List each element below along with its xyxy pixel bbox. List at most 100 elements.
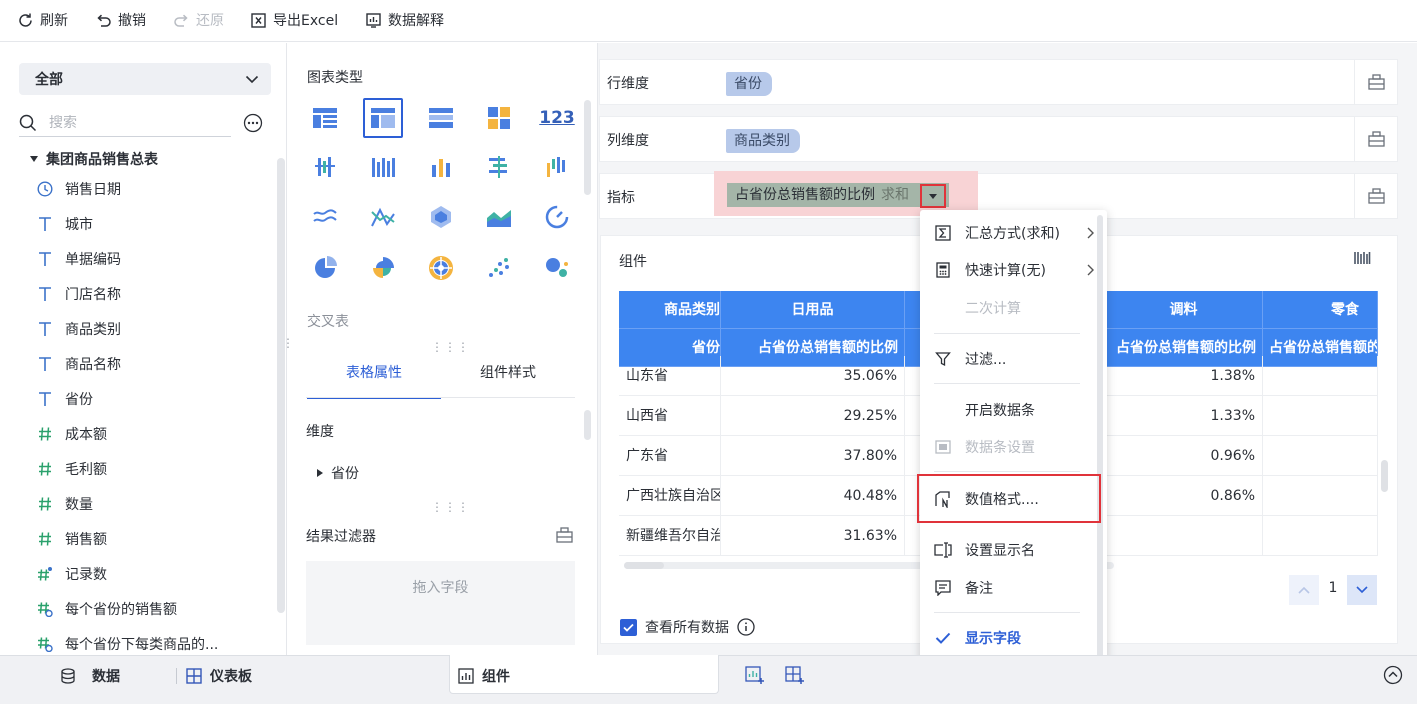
field-item[interactable]: 成本额 (36, 422, 107, 446)
value-cell[interactable] (1263, 516, 1378, 556)
table-vertical-scrollbar[interactable] (1381, 460, 1388, 492)
menu-filter[interactable]: 过滤... (920, 345, 1107, 373)
province-cell[interactable]: 新疆维吾尔自治区 (619, 516, 721, 556)
chart-type-polyline[interactable] (363, 197, 403, 237)
panel-splitter[interactable]: ⋮ (282, 337, 295, 349)
mid-scrollbar[interactable] (584, 100, 591, 195)
chart-type-gauge[interactable] (537, 197, 577, 237)
chart-type-cross-table[interactable] (363, 98, 403, 138)
value-cell[interactable]: 0.86% (1105, 476, 1263, 516)
value-cell[interactable] (1105, 516, 1263, 556)
province-cell[interactable]: 广东省 (619, 436, 721, 476)
tab-component-style[interactable]: 组件样式 (441, 363, 575, 399)
chart-type-line[interactable] (305, 197, 345, 237)
chart-type-bar-2[interactable] (363, 147, 403, 187)
chart-type-bubble[interactable] (537, 248, 577, 288)
scope-select[interactable]: 全部 (19, 63, 271, 95)
search-input[interactable] (49, 114, 209, 131)
data-explain-button[interactable]: 数据解释 (365, 9, 444, 31)
chart-type-area[interactable] (479, 197, 519, 237)
field-item[interactable]: 门店名称 (36, 282, 121, 306)
view-all-data[interactable]: 查看所有数据 (620, 617, 755, 637)
add-dashboard-icon[interactable] (785, 665, 805, 685)
table-view-icon[interactable] (1353, 249, 1371, 267)
menu-secondary-calc[interactable]: 二次计算 (920, 294, 1107, 322)
menu-databar-settings[interactable]: 数据条设置 (920, 433, 1107, 461)
row-dim-settings-icon[interactable] (1354, 60, 1397, 104)
chart-type-horizontal-bar[interactable] (479, 147, 519, 187)
field-item[interactable]: 单据编码 (36, 247, 121, 271)
dimension-node[interactable]: 省份 (317, 463, 359, 483)
menu-note[interactable]: 备注 (920, 574, 1107, 602)
chart-type-detail-table[interactable] (305, 98, 345, 138)
menu-show-field[interactable]: 显示字段 (920, 624, 1107, 652)
value-cell[interactable]: 29.25% (721, 396, 905, 436)
redo-button[interactable]: 还原 (173, 9, 224, 31)
view-all-checkbox[interactable] (620, 618, 637, 636)
collapse-up-icon[interactable] (1383, 665, 1403, 685)
more-options-icon[interactable] (243, 113, 263, 133)
header-cell[interactable]: 日用品 (721, 291, 905, 329)
value-cell[interactable]: 37.80% (721, 436, 905, 476)
table-horizontal-thumb[interactable] (624, 562, 664, 569)
chart-type-radar[interactable] (421, 197, 461, 237)
bottom-tab-dashboard[interactable]: 仪表板 (186, 665, 252, 687)
field-item[interactable]: 数量 (36, 492, 93, 516)
add-component-icon[interactable] (745, 665, 765, 685)
filter-drop-zone[interactable]: 拖入字段 (306, 561, 575, 645)
menu-quick-calc[interactable]: 快速计算(无) (920, 256, 1107, 284)
menu-enable-databar[interactable]: 开启数据条 (920, 396, 1107, 424)
chart-type-sunburst[interactable] (421, 248, 461, 288)
field-item[interactable]: 记录数 (36, 562, 107, 586)
menu-summary[interactable]: 汇总方式(求和) (920, 219, 1107, 247)
field-item[interactable]: 毛利额 (36, 457, 107, 481)
chart-type-kpi[interactable]: 123 (537, 98, 577, 138)
value-cell[interactable] (1263, 436, 1378, 476)
export-excel-button[interactable]: 导出Excel (250, 9, 338, 31)
mid-scrollbar-2[interactable] (584, 410, 591, 440)
chart-type-pie[interactable] (305, 248, 345, 288)
header-cell[interactable]: 商品类别 (619, 291, 721, 329)
field-item[interactable]: 每个省份下每类商品的... (36, 632, 218, 656)
field-item[interactable]: 城市 (36, 212, 93, 236)
value-cell[interactable]: 1.33% (1105, 396, 1263, 436)
value-cell[interactable] (1263, 476, 1378, 516)
bottom-tab-component[interactable]: 组件 (458, 665, 510, 687)
chart-type-rose[interactable] (363, 248, 403, 288)
col-dim-settings-icon[interactable] (1354, 117, 1397, 161)
value-cell[interactable]: 0.96% (1105, 436, 1263, 476)
value-cell[interactable]: 1.38% (1105, 356, 1263, 396)
field-item[interactable]: 销售日期 (36, 177, 121, 201)
chart-type-column[interactable] (421, 147, 461, 187)
bottom-tab-data[interactable]: 数据 (60, 665, 120, 687)
filter-settings-icon[interactable] (556, 527, 573, 543)
chart-type-grouped-table[interactable] (421, 98, 461, 138)
field-item[interactable]: 省份 (36, 387, 93, 411)
province-cell[interactable]: 广西壮族自治区 (619, 476, 721, 516)
header-cell[interactable]: 零食 (1263, 291, 1378, 329)
resize-grip[interactable]: ⋮⋮⋮ (431, 341, 470, 353)
page-next-button[interactable] (1347, 575, 1377, 605)
measure-pill[interactable]: 占省份总销售额的比例 求和 (727, 183, 949, 207)
value-cell[interactable]: 40.48% (721, 476, 905, 516)
col-dimension-pill[interactable]: 商品类别 (726, 129, 800, 153)
chart-type-card[interactable] (479, 98, 519, 138)
tab-table-props[interactable]: 表格属性 (307, 363, 441, 399)
value-cell[interactable] (1263, 396, 1378, 436)
left-scrollbar[interactable] (277, 158, 285, 613)
value-cell[interactable]: 35.06% (721, 356, 905, 396)
field-item[interactable]: 商品类别 (36, 317, 121, 341)
value-cell[interactable] (1263, 356, 1378, 396)
province-cell[interactable]: 山西省 (619, 396, 721, 436)
refresh-button[interactable]: 刷新 (17, 9, 68, 31)
value-cell[interactable]: 31.63% (721, 516, 905, 556)
chart-type-waterfall[interactable] (537, 147, 577, 187)
table-node[interactable]: 集团商品销售总表 (30, 149, 158, 169)
menu-scrollbar[interactable] (1097, 215, 1103, 660)
field-item[interactable]: 商品名称 (36, 352, 121, 376)
province-cell[interactable]: 山东省 (619, 356, 721, 396)
measure-settings-icon[interactable] (1354, 174, 1397, 218)
undo-button[interactable]: 撤销 (95, 9, 146, 31)
row-dimension-pill[interactable]: 省份 (726, 72, 772, 96)
field-item[interactable]: 每个省份的销售额 (36, 597, 177, 621)
